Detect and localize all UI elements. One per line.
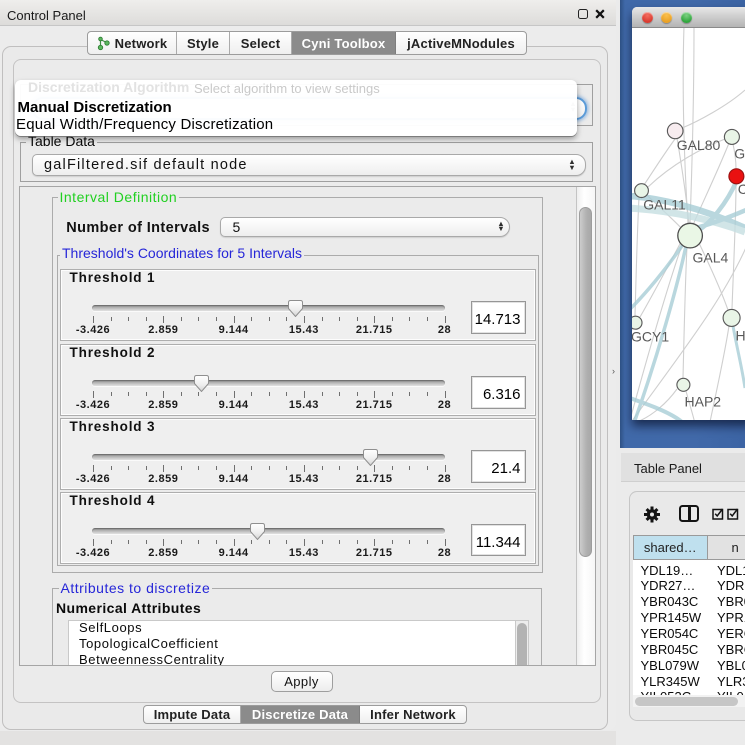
svg-text:C: C	[738, 181, 745, 197]
svg-text:G.: G.	[734, 146, 745, 162]
svg-text:GAL11: GAL11	[643, 197, 686, 213]
svg-text:GAL4: GAL4	[693, 250, 729, 266]
svg-text:GAL80: GAL80	[677, 137, 721, 153]
svg-text:H: H	[736, 328, 745, 344]
svg-text:GCY1: GCY1	[632, 329, 669, 345]
svg-text:HAP2: HAP2	[685, 394, 722, 410]
